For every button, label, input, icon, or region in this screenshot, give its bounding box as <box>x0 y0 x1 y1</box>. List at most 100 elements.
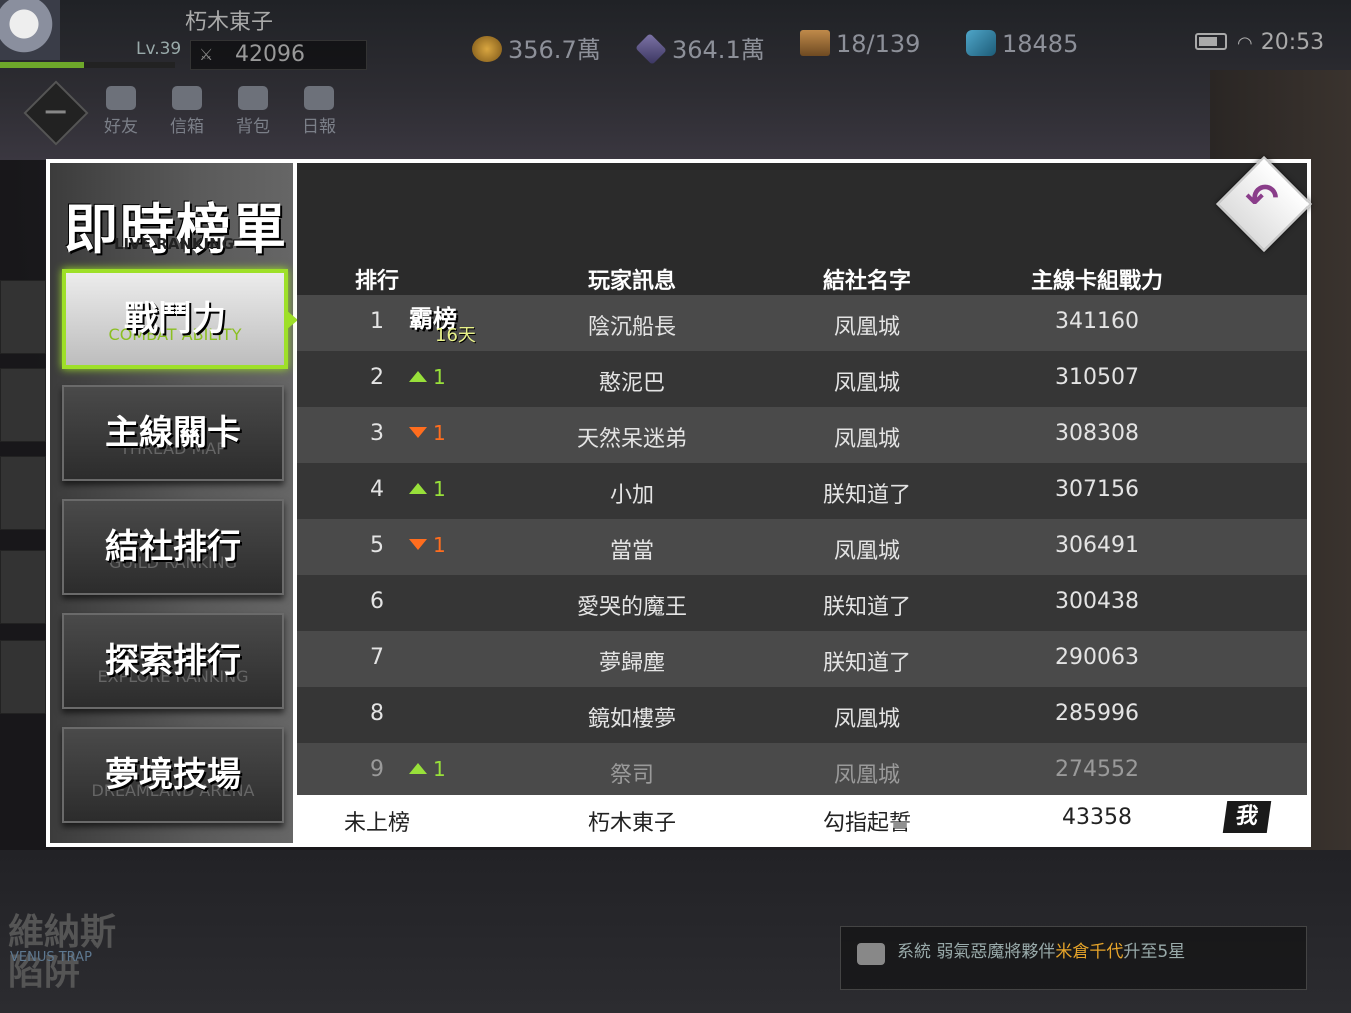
tab-label: 探索排行 <box>105 641 241 681</box>
player-cell: 陰沉船長 <box>587 315 676 340</box>
rank-cell: 2 <box>370 365 384 390</box>
xp-bar <box>0 62 175 68</box>
power-cell: 308308 <box>1055 421 1139 446</box>
rank-change-down: 1 <box>409 421 459 446</box>
mail-button[interactable]: 信箱 <box>165 86 209 137</box>
table-row[interactable]: 8 鏡如樓夢 凤凰城 285996 <box>297 687 1307 743</box>
power-cell: 341160 <box>1055 309 1139 334</box>
arrow-up-icon <box>409 371 427 382</box>
wifi-icon: ◠ <box>1237 33 1253 54</box>
column-guild: 結社名字 <box>822 269 911 294</box>
column-rank: 排行 <box>354 269 399 294</box>
friends-icon <box>106 86 136 110</box>
guild-cell: 凤凰城 <box>833 763 900 788</box>
guild-cell: 凤凰城 <box>833 539 900 564</box>
guild-cell: 凤凰城 <box>833 427 900 452</box>
system-message: 系統 弱氣惡魔將夥伴米倉千代升至5星 <box>897 937 1185 962</box>
player-cell: 小加 <box>609 483 654 508</box>
battery-icon <box>1195 33 1227 50</box>
rank-cell: 3 <box>370 421 384 446</box>
guild-cell: 凤凰城 <box>833 315 900 340</box>
table-row[interactable]: 3 1 天然呆迷弟 凤凰城 308308 <box>297 407 1307 463</box>
card-box-icon <box>800 30 830 56</box>
rank-cell: 5 <box>370 533 384 558</box>
guild-cell: 朕知道了 <box>822 483 911 508</box>
message-highlight: 米倉千代 <box>1055 942 1124 962</box>
my-ranking-row[interactable]: 未上榜 朽木東子 勾指起誓 43358 我 <box>297 795 1307 843</box>
game-logo-subtitle: VENUS TRAP <box>10 950 92 965</box>
thumbnail <box>0 550 46 624</box>
guild-cell: 凤凰城 <box>833 371 900 396</box>
report-icon <box>304 86 334 110</box>
badge-days: 16天 <box>435 325 476 346</box>
minus-icon <box>45 110 66 114</box>
ranking-table: 排行 玩家訊息 結社名字 主線卡組戰力 1 霸榜 16天 陰沉船長 凤凰城 34… <box>297 163 1307 843</box>
rank-change-up: 1 <box>409 477 459 502</box>
arrow-up-icon <box>409 483 427 494</box>
bag-icon <box>238 86 268 110</box>
arrow-down-icon <box>409 427 427 438</box>
rank-change-value: 1 <box>433 421 446 445</box>
player-cell: 愛哭的魔王 <box>576 595 687 620</box>
friends-button[interactable]: 好友 <box>99 86 143 137</box>
player-cell: 鏡如樓夢 <box>587 707 676 732</box>
guild-cell: 朕知道了 <box>822 651 911 676</box>
gold-coin-icon <box>472 36 502 62</box>
resource-card-box-value: 18/139 <box>836 30 921 58</box>
player-avatar[interactable] <box>0 0 60 60</box>
bag-button[interactable]: 背包 <box>231 86 275 137</box>
tab-label: 結社排行 <box>105 527 241 567</box>
player-cell: 夢歸塵 <box>598 651 665 676</box>
table-row[interactable]: 7 夢歸塵 朕知道了 290063 <box>297 631 1307 687</box>
resource-crystal[interactable]: 364.1萬 <box>635 30 765 65</box>
table-row[interactable]: 4 1 小加 朕知道了 307156 <box>297 463 1307 519</box>
table-row[interactable]: 6 愛哭的魔王 朕知道了 300438 <box>297 575 1307 631</box>
player-cell: 當當 <box>609 539 654 564</box>
daily-report-button[interactable]: 日報 <box>297 86 341 137</box>
arrow-up-icon <box>409 763 427 774</box>
daily-report-label: 日報 <box>302 117 336 137</box>
rank-cell: 9 <box>370 757 384 782</box>
system-message-box[interactable]: 系統 弱氣惡魔將夥伴米倉千代升至5星 <box>840 926 1307 990</box>
xp-bar-fill <box>0 62 84 68</box>
bag-label: 背包 <box>236 117 270 137</box>
resource-card-box[interactable]: 18/139 <box>800 30 920 62</box>
my-player-cell: 朽木東子 <box>587 811 676 836</box>
rank-cell: 7 <box>370 645 384 670</box>
diamond-icon <box>966 30 996 56</box>
tab-dreamland-arena[interactable]: 夢境技場 DREAMLAND ARENA <box>62 727 284 823</box>
tab-label: 主線關卡 <box>105 413 241 453</box>
back-button[interactable]: ↶ <box>1212 152 1313 253</box>
rank-change-value: 1 <box>433 477 446 501</box>
tab-thread-map[interactable]: 主線關卡 THREAD MAP <box>62 385 284 481</box>
table-row[interactable]: 9 1 祭司 凤凰城 274552 <box>297 743 1307 795</box>
table-row[interactable]: 2 1 憨泥巴 凤凰城 310507 <box>297 351 1307 407</box>
rank-change-value: 1 <box>433 757 446 781</box>
power-cell: 306491 <box>1055 533 1139 558</box>
back-arrow-icon: ↶ <box>1245 176 1279 222</box>
resource-gold[interactable]: 356.7萬 <box>472 30 601 64</box>
player-power-box: ⚔ 42096 <box>190 40 367 70</box>
my-guild-cell: 勾指起誓 <box>822 811 911 836</box>
power-cell: 307156 <box>1055 477 1139 502</box>
table-row[interactable]: 5 1 當當 凤凰城 306491 <box>297 519 1307 575</box>
tab-guild-ranking[interactable]: 結社排行 GUILD RANKING <box>62 499 284 595</box>
thumbnail <box>0 280 46 354</box>
power-cell: 274552 <box>1055 757 1139 782</box>
status-bar: ◠ 20:53 <box>1195 30 1324 55</box>
sword-icon: ⚔ <box>199 45 214 64</box>
rank-change-up: 1 <box>409 757 459 782</box>
me-badge: 我 <box>1222 801 1272 833</box>
tab-explore-ranking[interactable]: 探索排行 EXPLORE RANKING <box>62 613 284 709</box>
resource-gold-value: 356.7萬 <box>508 36 601 64</box>
message-suffix: 升至5星 <box>1123 942 1186 962</box>
rank-cell: 6 <box>370 589 384 614</box>
table-header: 排行 玩家訊息 結社名字 主線卡組戰力 <box>297 163 1307 296</box>
my-power-cell: 43358 <box>1062 805 1132 830</box>
power-cell: 290063 <box>1055 645 1139 670</box>
rank-change-value: 1 <box>433 365 446 389</box>
player-cell: 憨泥巴 <box>598 371 665 396</box>
table-row[interactable]: 1 霸榜 16天 陰沉船長 凤凰城 341160 <box>297 295 1307 351</box>
resource-diamond[interactable]: 18485 <box>966 30 1078 62</box>
tab-combat-ability[interactable]: 戰鬥力 COMBAT ABILITY <box>62 269 288 369</box>
